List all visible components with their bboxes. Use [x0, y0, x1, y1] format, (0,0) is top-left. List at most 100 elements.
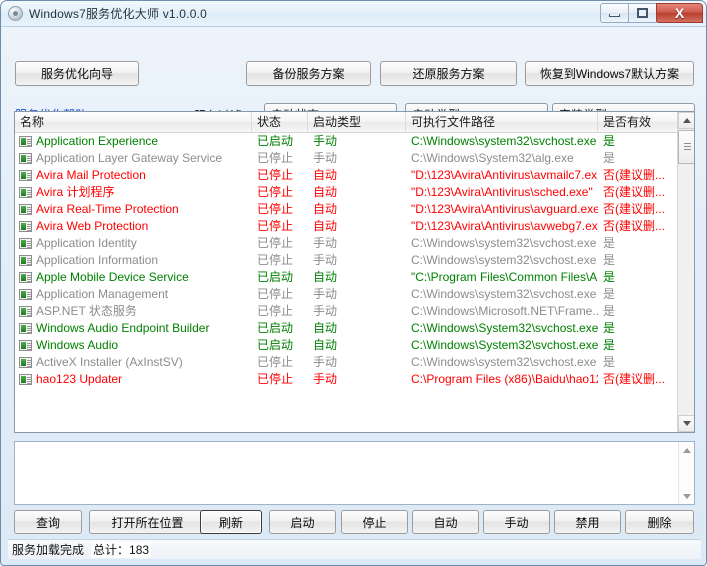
cell-path: C:\Windows\system32\svchost.exe ... — [411, 355, 598, 369]
service-icon — [19, 136, 32, 147]
cell-state: 已停止 — [257, 304, 294, 318]
cell-valid: 是 — [603, 321, 616, 335]
cell-valid: 否(建议删... — [603, 202, 665, 216]
service-name-label: ActiveX Installer (AxInstSV) — [36, 355, 183, 369]
open-location-button[interactable]: 打开所在位置 — [89, 510, 206, 534]
window-title: Windows7服务优化大师 v1.0.0.0 — [29, 7, 207, 21]
app-gear-icon — [8, 6, 23, 21]
log-panel[interactable] — [14, 441, 695, 505]
service-icon — [19, 153, 32, 164]
backup-service-plan-button[interactable]: 备份服务方案 — [246, 61, 371, 86]
cell-state: 已停止 — [257, 236, 294, 250]
log-text — [15, 442, 694, 448]
start-button[interactable]: 启动 — [269, 510, 336, 534]
table-row[interactable]: Avira Web Protection 已停止 自动 "D:\123\Avira\A… — [15, 218, 694, 235]
table-row[interactable]: Windows Audio 已启动 自动 C:\Windows\System32\sv… — [15, 337, 694, 354]
table-row[interactable]: Windows Audio Endpoint Builder 已启动 自动 C:\Wi… — [15, 320, 694, 337]
service-name-label: Avira Web Protection — [36, 219, 149, 233]
column-header-type[interactable]: 启动类型 — [308, 112, 406, 133]
table-row[interactable]: Avira 计划程序 已停止 自动 "D:\123\Avira\Antivirus\s… — [15, 184, 694, 201]
service-name-label: Avira Mail Protection — [36, 168, 146, 182]
application-window: Windows7服务优化大师 v1.0.0.0 X 服务优化向导 备份服务方案 … — [0, 0, 707, 566]
service-name-label: Avira 计划程序 — [36, 185, 115, 199]
column-header-path[interactable]: 可执行文件路径 — [406, 112, 598, 133]
service-name-label: Windows Audio — [36, 338, 119, 352]
disable-button[interactable]: 禁用 — [554, 510, 621, 534]
scroll-up-button[interactable] — [678, 112, 694, 129]
log-scrollbar[interactable] — [678, 442, 694, 504]
service-list-header: 名称 状态 启动类型 可执行文件路径 是否有效 — [15, 112, 694, 133]
cell-path: C:\Windows\System32\svchost.exe ... — [411, 338, 598, 352]
title-bar: Windows7服务优化大师 v1.0.0.0 X — [1, 1, 706, 27]
table-row[interactable]: Apple Mobile Device Service 已启动 自动 "C:\Prog… — [15, 269, 694, 286]
cell-valid: 是 — [603, 338, 616, 352]
maximize-icon — [637, 8, 648, 18]
service-icon — [19, 187, 32, 198]
scrollbar-thumb[interactable] — [678, 130, 694, 164]
table-row[interactable]: Application Management 已停止 手动 C:\Windows\sy… — [15, 286, 694, 303]
service-list-rows: Application Experience 已启动 手动 C:\Windows\sy… — [15, 133, 694, 432]
auto-button[interactable]: 自动 — [412, 510, 479, 534]
table-row[interactable]: Application Identity 已停止 手动 C:\Windows\syst… — [15, 235, 694, 252]
cell-state: 已停止 — [257, 151, 294, 165]
column-header-valid[interactable]: 是否有效 — [598, 112, 679, 133]
service-name-label: Application Identity — [36, 236, 137, 250]
table-row[interactable]: Avira Real-Time Protection 已停止 自动 "D:\123\A… — [15, 201, 694, 218]
cell-valid: 是 — [603, 253, 616, 267]
triangle-up-icon — [682, 118, 691, 123]
cell-state: 已停止 — [257, 219, 294, 233]
table-row[interactable]: Application Layer Gateway Service 已停止 手动 C:… — [15, 150, 694, 167]
cell-startup-type: 手动 — [313, 253, 338, 267]
log-scroll-down-button[interactable] — [679, 488, 694, 504]
cell-path: "D:\123\Avira\Antivirus\avmailc7.ex... — [411, 168, 598, 182]
cell-state: 已停止 — [257, 287, 294, 301]
cell-path: "C:\Program Files\Common Files\A... — [411, 270, 598, 284]
column-header-name[interactable]: 名称 — [15, 112, 252, 133]
table-row[interactable]: Application Information 已停止 手动 C:\Windows\s… — [15, 252, 694, 269]
manual-button[interactable]: 手动 — [483, 510, 550, 534]
restore-windows7-default-button[interactable]: 恢复到Windows7默认方案 — [525, 61, 694, 86]
service-icon — [19, 238, 32, 249]
service-name-label: Application Information — [36, 253, 159, 267]
log-scroll-up-button[interactable] — [679, 442, 694, 458]
table-row[interactable]: Avira Mail Protection 已停止 自动 "D:\123\Avira\… — [15, 167, 694, 184]
cell-startup-type: 手动 — [313, 151, 338, 165]
service-list-scrollbar[interactable] — [677, 112, 694, 432]
cell-service-name: Application Information — [15, 252, 252, 269]
refresh-button[interactable]: 刷新 — [200, 510, 262, 534]
cell-service-name: Windows Audio Endpoint Builder — [15, 320, 252, 337]
cell-valid: 是 — [603, 287, 616, 301]
service-name-label: Windows Audio Endpoint Builder — [36, 321, 210, 335]
table-row[interactable]: Application Experience 已启动 手动 C:\Windows\sy… — [15, 133, 694, 150]
cell-startup-type: 手动 — [313, 304, 338, 318]
minimize-button[interactable] — [600, 3, 629, 23]
table-row[interactable]: hao123 Updater 已停止 手动 C:\Program Files (x86… — [15, 371, 694, 388]
cell-path: C:\Windows\system32\svchost.exe ... — [411, 253, 598, 267]
cell-startup-type: 自动 — [313, 202, 338, 216]
cell-startup-type: 自动 — [313, 338, 338, 352]
cell-valid: 否(建议删... — [603, 168, 665, 182]
table-row[interactable]: ActiveX Installer (AxInstSV) 已停止 手动 C:\Wind… — [15, 354, 694, 371]
maximize-button[interactable] — [628, 3, 657, 23]
cell-service-name: Avira Real-Time Protection — [15, 201, 252, 218]
cell-service-name: Apple Mobile Device Service — [15, 269, 252, 286]
restore-service-plan-button[interactable]: 还原服务方案 — [380, 61, 517, 86]
service-icon — [19, 340, 32, 351]
cell-startup-type: 手动 — [313, 355, 338, 369]
scroll-down-button[interactable] — [678, 415, 694, 432]
column-header-state[interactable]: 状态 — [252, 112, 308, 133]
close-button[interactable]: X — [656, 3, 703, 23]
triangle-down-icon — [682, 421, 691, 426]
close-icon: X — [674, 5, 685, 21]
table-row[interactable]: ASP.NET 状态服务 已停止 手动 C:\Windows\Microsoft.NE… — [15, 303, 694, 320]
cell-path: C:\Program Files (x86)\Baidu\hao12... — [411, 372, 598, 386]
cell-startup-type: 自动 — [313, 321, 338, 335]
minimize-icon — [609, 13, 620, 17]
service-optimize-wizard-button[interactable]: 服务优化向导 — [15, 61, 139, 86]
query-button[interactable]: 查询 — [14, 510, 82, 534]
stop-button[interactable]: 停止 — [341, 510, 408, 534]
service-icon — [19, 323, 32, 334]
delete-button[interactable]: 删除 — [625, 510, 694, 534]
cell-valid: 是 — [603, 151, 616, 165]
cell-service-name: Application Identity — [15, 235, 252, 252]
